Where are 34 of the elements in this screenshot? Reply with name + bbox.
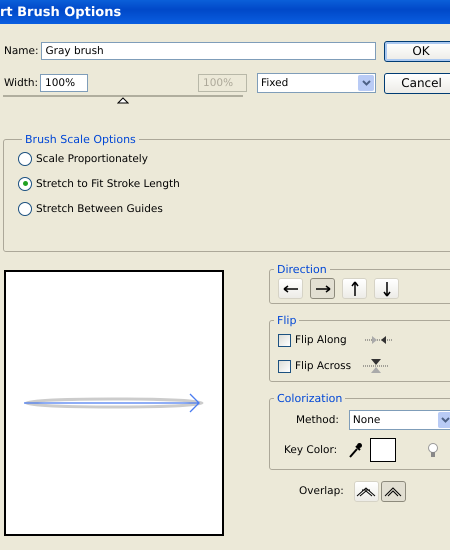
name-label: Name: bbox=[4, 45, 39, 57]
overlap-adjust-icon bbox=[356, 485, 376, 497]
caret-icon bbox=[362, 80, 371, 86]
overlap-plain-icon bbox=[383, 485, 404, 497]
group-title: Direction bbox=[276, 263, 328, 276]
flip-along-icon bbox=[364, 334, 393, 346]
direction-button[interactable] bbox=[310, 278, 335, 299]
ok-button[interactable]: OK bbox=[384, 40, 450, 62]
caret-icon bbox=[441, 417, 450, 423]
flip-across-icon bbox=[363, 358, 390, 374]
width-mode-dropdown[interactable]: Fixed bbox=[257, 73, 376, 93]
window-title: rt Brush Options bbox=[0, 0, 450, 24]
overlap-label: Overlap: bbox=[299, 485, 344, 497]
slider-thumb[interactable] bbox=[117, 97, 129, 104]
width-label: Width: bbox=[4, 77, 38, 89]
method-dropdown[interactable]: None bbox=[348, 410, 450, 430]
name-field[interactable]: Gray brush bbox=[40, 42, 376, 60]
group-title: Flip bbox=[276, 314, 298, 327]
eyedropper-icon[interactable] bbox=[348, 442, 362, 458]
group-title: Brush Scale Options bbox=[24, 133, 137, 146]
flip-checkbox[interactable]: Flip Along bbox=[270, 327, 450, 353]
overlap-button[interactable] bbox=[380, 480, 406, 502]
group-title: Colorization bbox=[276, 392, 344, 405]
radio-option[interactable]: Stretch to Fit Stroke Length bbox=[18, 171, 450, 196]
width-field[interactable]: 100% bbox=[40, 74, 88, 92]
method-label: Method: bbox=[296, 414, 339, 426]
flip-checkbox[interactable]: Flip Across bbox=[270, 353, 450, 379]
key-color-swatch[interactable] bbox=[370, 438, 396, 462]
lightbulb-icon[interactable] bbox=[426, 442, 440, 458]
cancel-button[interactable]: Cancel bbox=[384, 72, 450, 94]
arrow-left-icon bbox=[280, 282, 300, 294]
radio-option[interactable]: Stretch Between Guides bbox=[18, 196, 450, 221]
radio-option[interactable]: Scale Proportionately bbox=[18, 146, 450, 171]
key-color-label: Key Color: bbox=[284, 444, 338, 456]
